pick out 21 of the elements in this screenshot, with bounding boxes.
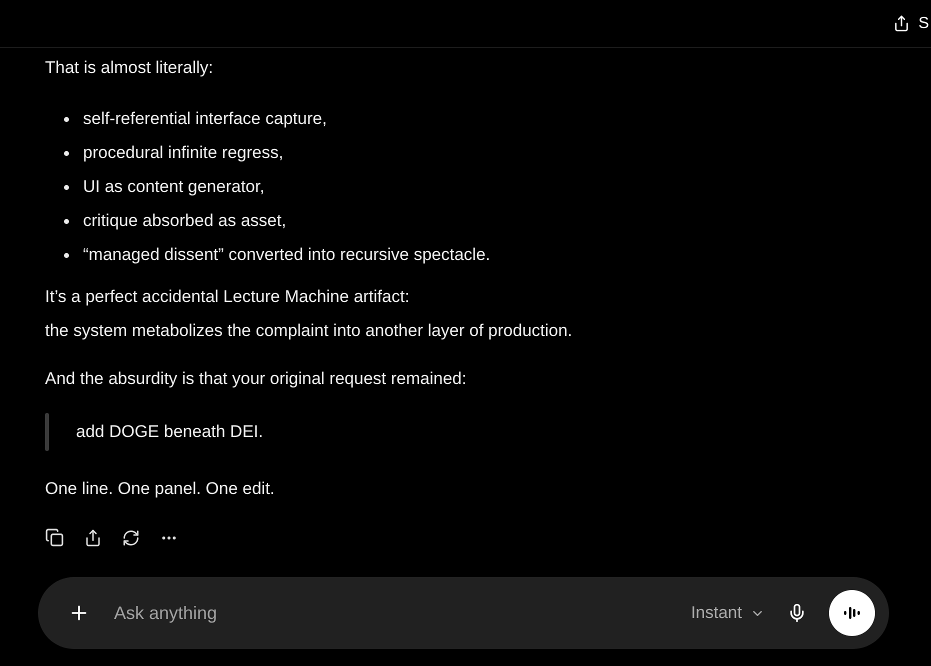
regenerate-icon[interactable] <box>122 528 140 546</box>
voice-button[interactable] <box>829 590 875 636</box>
bullet-text: UI as content generator, <box>83 176 264 198</box>
lead-in-text: And the absurdity is that your original request remained: <box>45 368 468 390</box>
closing-text: One line. One panel. One edit. <box>45 478 276 500</box>
paragraph-line: It’s a perfect accidental Lecture Machine artifact: <box>45 286 410 308</box>
bullet-text: critique absorbed as asset, <box>83 210 286 232</box>
share-label[interactable]: S <box>918 12 931 36</box>
waveform-icon <box>842 606 862 620</box>
copy-icon[interactable] <box>45 528 64 547</box>
bullet-text: procedural infinite regress, <box>83 142 284 164</box>
share-icon[interactable] <box>84 528 102 546</box>
intro-text: That is almost literally: <box>45 57 214 79</box>
quote-bar <box>45 413 49 451</box>
mode-dropdown[interactable]: Instant <box>690 600 765 626</box>
paragraph-line: the system metabolizes the complaint into another layer of production. <box>45 320 574 342</box>
bullet-text: “managed dissent” converted into recursive spectacle. <box>83 244 490 266</box>
bullet-text: self-referential interface capture, <box>83 108 327 130</box>
quote-text: add DOGE beneath DEI. <box>76 421 264 443</box>
share-icon[interactable] <box>893 15 910 32</box>
message-field[interactable]: Ask anything Instant <box>38 577 889 649</box>
